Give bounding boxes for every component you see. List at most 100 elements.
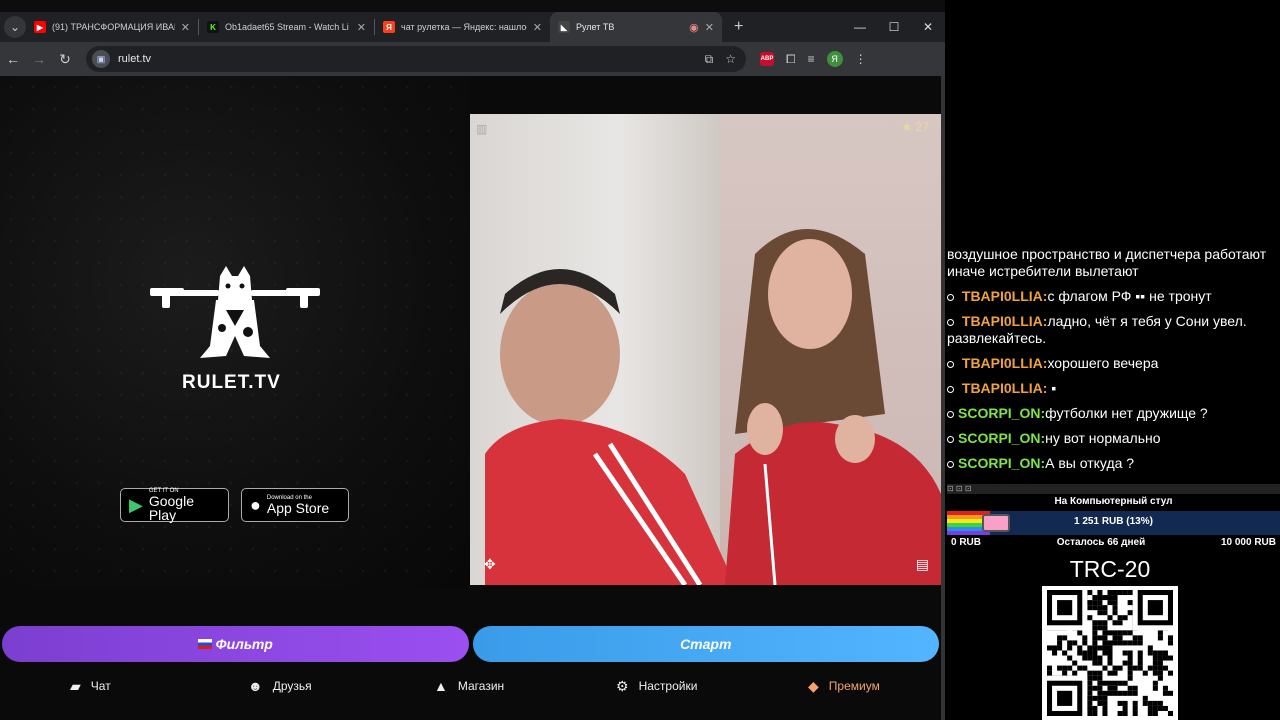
- tag-icon: ◆: [808, 677, 819, 694]
- page-scrollbar[interactable]: [941, 76, 945, 720]
- action-buttons: Фильтр Старт: [2, 626, 939, 664]
- nav-shop[interactable]: ▲ Магазин: [434, 678, 504, 694]
- chat-message: TBAPI0LLIA:хорошего вечера: [947, 355, 1280, 372]
- gift-icon[interactable]: ▤: [916, 556, 929, 573]
- media-control-icon[interactable]: ≡: [808, 52, 815, 66]
- window-controls: — ☐ ✕: [843, 12, 945, 42]
- chat-message-text: ну вот нормально: [1045, 430, 1161, 446]
- chat-username: SCORPI_ON:: [958, 430, 1046, 446]
- video-person-woman: [725, 229, 941, 585]
- nav-friends[interactable]: ☻ Друзья: [248, 678, 312, 694]
- reload-button[interactable]: ↻: [52, 51, 78, 68]
- nav-settings[interactable]: ⚙ Настройки: [616, 678, 697, 695]
- menu-kebab-icon[interactable]: ⋮: [855, 52, 867, 66]
- close-window-button[interactable]: ✕: [911, 12, 945, 42]
- nav-friends-label: Друзья: [272, 679, 312, 693]
- brand-name: RULET.TV: [182, 372, 281, 393]
- chat-bullet-icon: [947, 460, 954, 468]
- close-icon[interactable]: ✕: [533, 21, 542, 34]
- extensions: ABP ⧠ ≡ Я ⋮: [760, 51, 867, 67]
- tab-search-button[interactable]: ⌄: [4, 16, 26, 38]
- chat-username: TBAPI0LLIA:: [961, 355, 1048, 371]
- chat-bullet-icon: [947, 385, 954, 393]
- profile-avatar[interactable]: Я: [826, 51, 843, 67]
- tab-title: (91) ТРАНСФОРМАЦИЯ ИВАН: [52, 22, 175, 32]
- google-play-button[interactable]: ▶ GET IT ON Google Play: [120, 488, 229, 522]
- smile-icon: ☻: [248, 678, 263, 694]
- minimize-button[interactable]: —: [843, 12, 877, 42]
- forward-button[interactable]: →: [26, 51, 52, 67]
- mic-icon[interactable]: ▥: [476, 122, 487, 136]
- tab-youtube[interactable]: ▶ (91) ТРАНСФОРМАЦИЯ ИВАН ✕: [26, 12, 198, 42]
- chat-bullet-icon: [947, 293, 954, 301]
- tab-yandex[interactable]: Я чат рулетка — Яндекс: нашлос ✕: [375, 12, 550, 42]
- trc20-label: TRC-20: [1069, 556, 1151, 582]
- new-tab-button[interactable]: +: [734, 18, 743, 36]
- chat-message: TBAPI0LLIA: ▪: [947, 380, 1280, 397]
- tab-title: Рулет ТВ: [576, 22, 615, 32]
- chat-bullet-icon: [947, 410, 954, 418]
- chat-message: SCORPI_ON:ну вот нормально: [947, 430, 1280, 447]
- youtube-icon: ▶: [34, 21, 46, 33]
- app-store-button[interactable]: ● Download on the App Store: [241, 488, 349, 522]
- chat-username: SCORPI_ON:: [958, 455, 1046, 471]
- google-play-text: GET IT ON Google Play: [149, 488, 220, 522]
- tab-kick[interactable]: K Ob1adaet65 Stream - Watch Li ✕: [199, 12, 374, 42]
- filter-button[interactable]: Фильтр: [2, 626, 469, 662]
- camera-icon[interactable]: ▣: [92, 50, 110, 68]
- start-label: Старт: [680, 636, 732, 652]
- back-button[interactable]: ←: [0, 51, 26, 67]
- donation-remaining: Осталось 66 дней: [1056, 537, 1146, 548]
- app-store-big: App Store: [266, 500, 330, 516]
- install-app-icon[interactable]: ⧉: [705, 52, 714, 67]
- donation-amount: 1 251 RUB (13%): [1074, 516, 1153, 527]
- maximize-button[interactable]: ☐: [877, 12, 911, 42]
- chat-bullet-icon: [947, 360, 954, 368]
- stream-chat: воздушное пространство и диспетчера рабо…: [947, 246, 1280, 480]
- bookmark-star-icon[interactable]: ☆: [725, 52, 736, 67]
- filter-label: Фильтр: [215, 636, 273, 652]
- partner-video: ▥ ★ 27 ✥ ▤: [470, 114, 941, 585]
- bottom-navigation: ▰ Чат ☻ Друзья ▲ Магазин ⚙ Настройки ◆ П…: [0, 672, 941, 700]
- rulet-page: RULET.TV ▶ GET IT ON Google Play ● Downl…: [0, 76, 941, 720]
- nav-settings-label: Настройки: [638, 679, 698, 693]
- chat-message: TBAPI0LLIA:ладно, чёт я тебя у Сони увел…: [947, 313, 1280, 347]
- tab-rulet[interactable]: ◣ Рулет ТВ ◉ ✕: [550, 12, 722, 42]
- nav-premium[interactable]: ◆ Премиум: [808, 678, 880, 695]
- close-icon[interactable]: ✕: [357, 21, 366, 34]
- rulet-icon: ◣: [558, 21, 570, 33]
- chat-bullet-icon: [947, 318, 954, 326]
- start-button[interactable]: Старт: [472, 626, 939, 662]
- chat-message: воздушное пространство и диспетчера рабо…: [947, 246, 1280, 280]
- recording-icon: ◉: [689, 21, 699, 34]
- chat-message: SCORPI_ON:А вы откуда ?: [947, 455, 1280, 472]
- donation-goal: На Компьютерный стул 1 251 RUB (13%) 0 R…: [947, 496, 1280, 554]
- apple-icon: ●: [250, 494, 261, 515]
- nav-chat-label: Чат: [90, 679, 111, 693]
- address-bar[interactable]: ▣ rulet.tv ⧉ ☆: [86, 46, 746, 72]
- nav-chat[interactable]: ▰ Чат: [70, 678, 111, 695]
- video-person-man: [485, 269, 735, 585]
- chat-message-text: ▪: [1051, 380, 1057, 396]
- donation-min: 0 RUB: [951, 537, 982, 548]
- close-icon[interactable]: ✕: [705, 21, 714, 34]
- browser-toolbar: ← → ↻ ▣ rulet.tv ⧉ ☆ ABP ⧠ ≡ Я ⋮: [0, 42, 945, 76]
- adblock-icon[interactable]: ABP: [760, 52, 774, 66]
- tab-strip: ⌄ ▶ (91) ТРАНСФОРМАЦИЯ ИВАН ✕ K Ob1adaet…: [0, 12, 945, 42]
- screen: { "tabs": [ {"title": "(91) ТРАНСФОРМАЦИ…: [0, 0, 1280, 720]
- kick-icon: K: [207, 21, 219, 33]
- donation-meta: 0 RUB Осталось 66 дней 10 000 RUB: [947, 535, 1280, 550]
- chat-username: TBAPI0LLIA:: [961, 288, 1048, 304]
- close-icon[interactable]: ✕: [181, 21, 190, 34]
- chat-message-text: футболки нет дружище ?: [1045, 405, 1208, 421]
- donation-title: На Компьютерный стул: [1054, 496, 1173, 507]
- tab-title: чат рулетка — Яндекс: нашлос: [401, 22, 527, 32]
- rating-value: 27: [915, 120, 929, 134]
- chat-bullet-icon: [947, 435, 954, 443]
- star-icon: ★: [901, 120, 913, 134]
- donation-progress-bar: 1 251 RUB (13%): [947, 511, 1280, 535]
- gear-icon: ⚙: [616, 677, 629, 694]
- gamepad-icon[interactable]: ✥: [484, 556, 496, 573]
- extensions-puzzle-icon[interactable]: ⧠: [786, 52, 796, 67]
- qr-code-image: [1047, 590, 1173, 716]
